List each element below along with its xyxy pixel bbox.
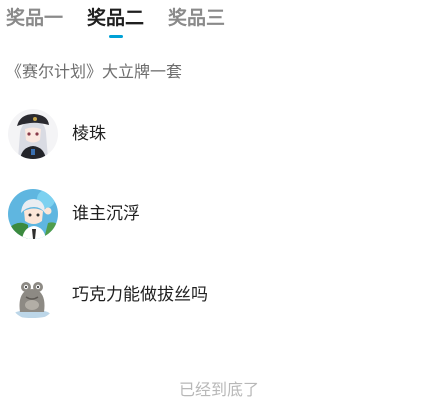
tab-label: 奖品二 [87,7,145,29]
avatar[interactable] [8,109,58,159]
avatar[interactable] [8,270,58,320]
avatar-silver-haired-girl-icon [8,109,58,159]
winner-name: 谁主沉浮 [72,204,140,224]
active-tab-indicator [108,35,123,38]
winner-row[interactable]: 巧克力能做拔丝吗 [8,269,428,321]
winner-name: 巧克力能做拔丝吗 [72,285,208,305]
avatar-grey-frog-icon [8,270,58,320]
tab-label: 奖品一 [6,7,64,29]
winner-name: 棱珠 [72,124,106,144]
tab-prize-3[interactable]: 奖品三 [168,6,225,30]
tab-label: 奖品三 [168,7,226,29]
end-of-list-text: 已经到底了 [178,380,259,399]
avatar[interactable] [8,189,58,239]
prize-tabs: 奖品一 奖品二 奖品三 [6,6,225,40]
winner-row[interactable]: 棱珠 [8,108,428,160]
avatar-white-haired-boy-icon [8,189,58,239]
prize-title: 《赛尔计划》大立牌一套 [6,62,183,81]
tab-prize-2[interactable]: 奖品二 [87,6,145,38]
winner-row[interactable]: 谁主沉浮 [8,188,428,240]
tab-prize-1[interactable]: 奖品一 [6,6,63,30]
